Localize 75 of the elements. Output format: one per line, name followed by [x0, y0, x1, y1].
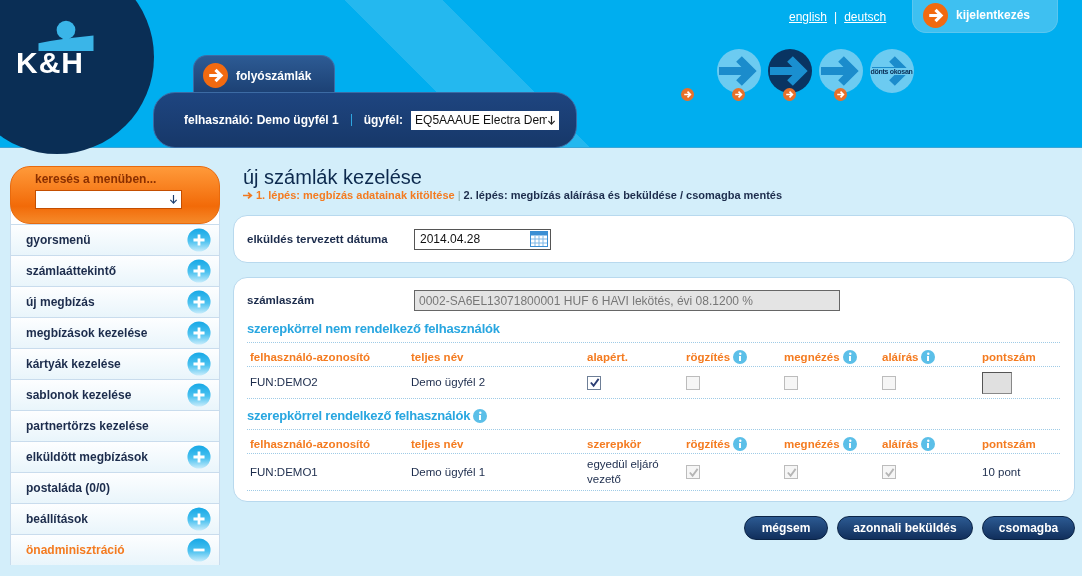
- date-label: elküldés tervezett dátuma: [247, 233, 389, 245]
- action-button[interactable]: azonnali beküldés: [837, 516, 973, 540]
- table-cell: Demo ügyfél 2: [411, 375, 486, 390]
- menu-item[interactable]: partnertörzs kezelése: [11, 410, 219, 441]
- tab-label[interactable]: folyószámlák: [236, 68, 312, 83]
- date-field[interactable]: 2014.04.28: [414, 228, 551, 250]
- table-cell-text: egyedül eljáró vezető: [587, 457, 660, 487]
- column-header: megnézés: [784, 351, 840, 363]
- action-button[interactable]: csomagba: [982, 516, 1075, 540]
- dropdown-arrow-icon[interactable]: [547, 114, 557, 126]
- info-icon[interactable]: [733, 350, 748, 364]
- expand-icon[interactable]: [187, 259, 211, 283]
- menu-item[interactable]: gyorsmenü: [11, 224, 219, 255]
- arrow-icon: [243, 190, 253, 200]
- info-icon[interactable]: [473, 408, 488, 423]
- menu-item[interactable]: kártyák kezelése: [11, 348, 219, 379]
- expand-icon[interactable]: [187, 445, 211, 469]
- expand-icon[interactable]: [187, 352, 211, 376]
- info-icon[interactable]: [842, 437, 857, 451]
- column-header: rögzítés: [686, 438, 731, 450]
- section-title: szerepkörrel nem rendelkező felhasználók: [247, 321, 500, 336]
- menu-item[interactable]: sablonok kezelése: [11, 379, 219, 410]
- arrow-icon[interactable]: [783, 88, 796, 101]
- page-title: új számlák kezelése: [243, 166, 423, 188]
- info-icon[interactable]: [842, 350, 857, 364]
- column-header: aláírás: [882, 438, 919, 450]
- menu-item[interactable]: postaláda (0/0): [11, 472, 219, 503]
- step-label: 1. lépés: megbízás adatainak kitöltése: [256, 189, 455, 201]
- table-cell: FUN:DEMO2: [250, 375, 318, 390]
- score-field: [982, 371, 1012, 394]
- menu-item[interactable]: új megbízás: [11, 286, 219, 317]
- column-header: felhasználó-azonosító: [250, 351, 371, 363]
- expand-icon[interactable]: [187, 228, 211, 252]
- step-label: 2. lépés: megbízás aláírása és beküldése / csomagba mentés: [463, 189, 783, 201]
- expand-icon[interactable]: [187, 321, 211, 345]
- search-label: keresés a menüben...: [35, 172, 158, 186]
- account-label: számlaszám: [247, 294, 316, 306]
- table-cell: FUN:DEMO1: [250, 464, 318, 480]
- info-icon[interactable]: [921, 350, 936, 364]
- action-button[interactable]: mégsem: [744, 516, 828, 540]
- column-header: alapért.: [587, 351, 628, 363]
- info-icon[interactable]: [733, 437, 748, 451]
- expand-icon[interactable]: [187, 507, 211, 531]
- info-icon[interactable]: [921, 437, 936, 451]
- separator: |: [834, 10, 838, 24]
- column-header: szerepkör: [587, 438, 642, 450]
- account-field: 0002-SA6EL13071800001 HUF 6 HAVI lekötés, évi 08.1200 %: [414, 289, 840, 311]
- collapse-icon[interactable]: [187, 538, 211, 562]
- checkbox[interactable]: [587, 375, 601, 390]
- menu-item[interactable]: számlaáttekintő: [11, 255, 219, 286]
- column-header: felhasználó-azonosító: [250, 438, 371, 450]
- expand-icon[interactable]: [187, 383, 211, 407]
- separator: |: [457, 189, 461, 201]
- column-header: pontszám: [982, 351, 1036, 363]
- user-label: felhasználó: Demo ügyfél 1: [184, 113, 339, 127]
- menu-search-select[interactable]: [35, 190, 182, 209]
- column-header: teljes név: [411, 351, 464, 363]
- table-cell: 10 pont: [982, 464, 1021, 480]
- dropdown-arrow-icon[interactable]: [169, 194, 178, 205]
- column-header: teljes név: [411, 438, 464, 450]
- table-cell: Demo ügyfél 1: [411, 464, 486, 480]
- column-header: rögzítés: [686, 351, 731, 363]
- client-label: ügyfél:: [363, 113, 404, 127]
- section-title: szerepkörrel rendelkező felhasználók: [247, 408, 471, 423]
- menu-item[interactable]: beállítások: [11, 503, 219, 534]
- expand-icon[interactable]: [187, 290, 211, 314]
- menu-item[interactable]: megbízások kezelése: [11, 317, 219, 348]
- column-header: megnézés: [784, 438, 840, 450]
- step-button[interactable]: [767, 49, 812, 93]
- logo-text: K&H: [16, 48, 84, 78]
- calendar-icon[interactable]: [530, 231, 548, 247]
- account-tab[interactable]: folyószámlák: [193, 55, 335, 95]
- column-header: aláírás: [882, 351, 919, 363]
- menu-item[interactable]: elküldött megbízások: [11, 441, 219, 472]
- column-header: pontszám: [982, 438, 1036, 450]
